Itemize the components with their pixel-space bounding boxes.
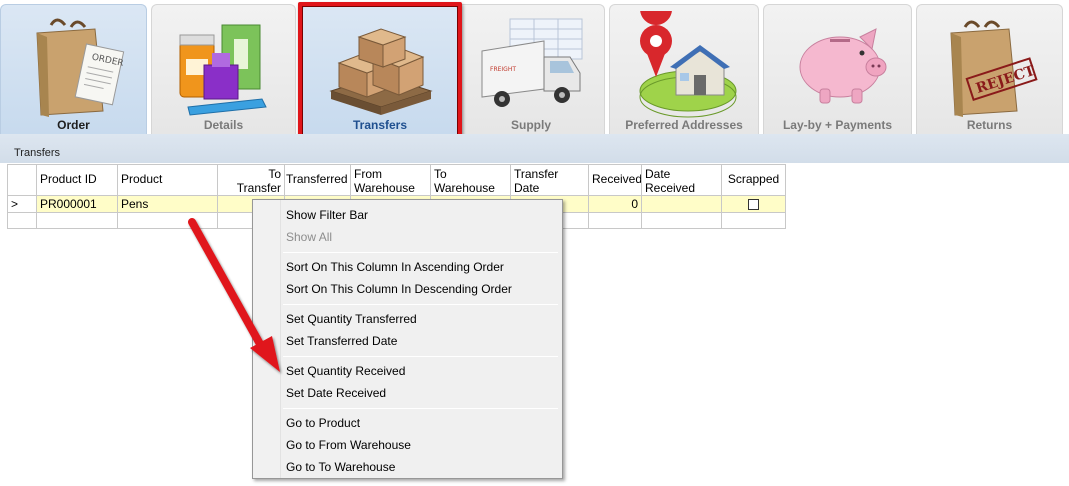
tab-supply[interactable]: FREIGHT Supply [457, 4, 605, 134]
menu-item-go-to-from-warehouse[interactable]: Go to From Warehouse [286, 435, 558, 455]
tab-order-label: Order [57, 118, 90, 132]
cell-received[interactable] [589, 213, 642, 229]
tab-preferred-addresses-label: Preferred Addresses [625, 118, 743, 132]
tab-details[interactable]: Details [151, 4, 296, 134]
column-header-label: Product [121, 172, 163, 186]
column-header-product[interactable]: Product [118, 164, 218, 196]
tab-returns-label: Returns [966, 118, 1013, 132]
menu-item-set-quantity-transferred[interactable]: Set Quantity Transferred [286, 309, 558, 329]
column-header-label: To [434, 167, 447, 181]
tab-details-label: Details [203, 118, 244, 132]
column-header-label: Warehouse [354, 181, 415, 195]
svg-text:FREIGHT: FREIGHT [490, 66, 516, 73]
column-header-from-warehouse[interactable]: From Warehouse [351, 164, 431, 196]
scrapped-checkbox[interactable] [748, 199, 759, 210]
tab-returns[interactable]: REJECT Returns [916, 4, 1063, 134]
menu-item-go-to-product[interactable]: Go to Product [286, 413, 558, 433]
section-header: Transfers [0, 134, 1069, 163]
tab-supply-label: Supply [510, 118, 551, 132]
tab-strip: ORDER Order Details Transfers FREIGHT Su… [0, 0, 1069, 141]
menu-item-show-filter-bar[interactable]: Show Filter Bar [286, 205, 558, 225]
menu-separator [283, 356, 558, 357]
cell-product-id[interactable] [37, 213, 118, 229]
highlight-box [298, 2, 462, 141]
column-header-label: Transfer [236, 181, 281, 195]
menu-item-show-all: Show All [286, 230, 333, 244]
cell-scrapped [722, 196, 786, 213]
column-header-label: Received [645, 181, 696, 195]
cell-received[interactable]: 0 [589, 196, 642, 213]
column-header-label: Product ID [40, 172, 97, 186]
product-boxes-icon [152, 11, 295, 117]
column-header-label: Scrapped [727, 172, 780, 186]
menu-item-set-transferred-date[interactable]: Set Transferred Date [286, 331, 558, 351]
column-header-date-received[interactable]: Date Received [642, 164, 722, 196]
row-indicator [7, 213, 37, 229]
context-menu-gutter [253, 200, 281, 478]
menu-separator [283, 304, 558, 305]
column-header-to-warehouse[interactable]: To Warehouse [431, 164, 511, 196]
column-header-label: Transferred [286, 172, 348, 186]
column-header-label: Warehouse [434, 181, 495, 195]
row-indicator-header [7, 164, 37, 196]
menu-separator [283, 252, 558, 253]
cell-date-received[interactable] [642, 213, 722, 229]
column-header-to-transfer[interactable]: To Transfer [218, 164, 285, 196]
row-indicator: > [7, 196, 37, 213]
delivery-truck-icon: FREIGHT [458, 11, 604, 117]
rejected-bag-icon: REJECT [917, 11, 1062, 117]
column-header-label: From [354, 167, 382, 181]
tab-order[interactable]: ORDER Order [0, 4, 147, 134]
shopping-bag-order-icon: ORDER [1, 11, 146, 117]
house-location-pin-icon [610, 0, 758, 118]
tab-lay-by-payments[interactable]: Lay-by + Payments [763, 4, 912, 134]
column-header-label: Date [645, 167, 671, 181]
tab-preferred-addresses[interactable]: Preferred Addresses [609, 0, 759, 134]
column-header-received[interactable]: Received [589, 164, 642, 196]
column-header-product-id[interactable]: Product ID [37, 164, 118, 196]
column-header-label: Transfer [514, 167, 559, 181]
menu-item-sort-ascending[interactable]: Sort On This Column In Ascending Order [286, 257, 558, 277]
menu-item-set-date-received[interactable]: Set Date Received [286, 383, 558, 403]
cell-date-received[interactable] [642, 196, 722, 213]
column-header-label: Date [514, 181, 540, 195]
section-caption: Transfers [14, 147, 61, 159]
menu-separator [283, 408, 558, 409]
column-header-transfer-date[interactable]: Transfer Date [511, 164, 589, 196]
menu-item-sort-descending[interactable]: Sort On This Column In Descending Order [286, 279, 558, 299]
column-header-scrapped[interactable]: Scrapped [722, 164, 786, 196]
piggy-bank-icon [764, 11, 911, 117]
cell-product[interactable]: Pens [118, 196, 218, 213]
column-header-transferred[interactable]: Transferred [285, 164, 351, 196]
cell-product-id[interactable]: PR000001 [37, 196, 118, 213]
context-menu: Show Filter Bar Show All Sort On This Co… [252, 199, 563, 479]
cell-product[interactable] [118, 213, 218, 229]
column-header-label: To [268, 167, 281, 181]
menu-item-go-to-to-warehouse[interactable]: Go to To Warehouse [286, 457, 558, 477]
tab-lay-by-payments-label: Lay-by + Payments [782, 118, 893, 132]
column-header-label: Received [592, 172, 642, 186]
cell-scrapped[interactable] [722, 213, 786, 229]
menu-item-set-quantity-received[interactable]: Set Quantity Received [286, 361, 558, 381]
